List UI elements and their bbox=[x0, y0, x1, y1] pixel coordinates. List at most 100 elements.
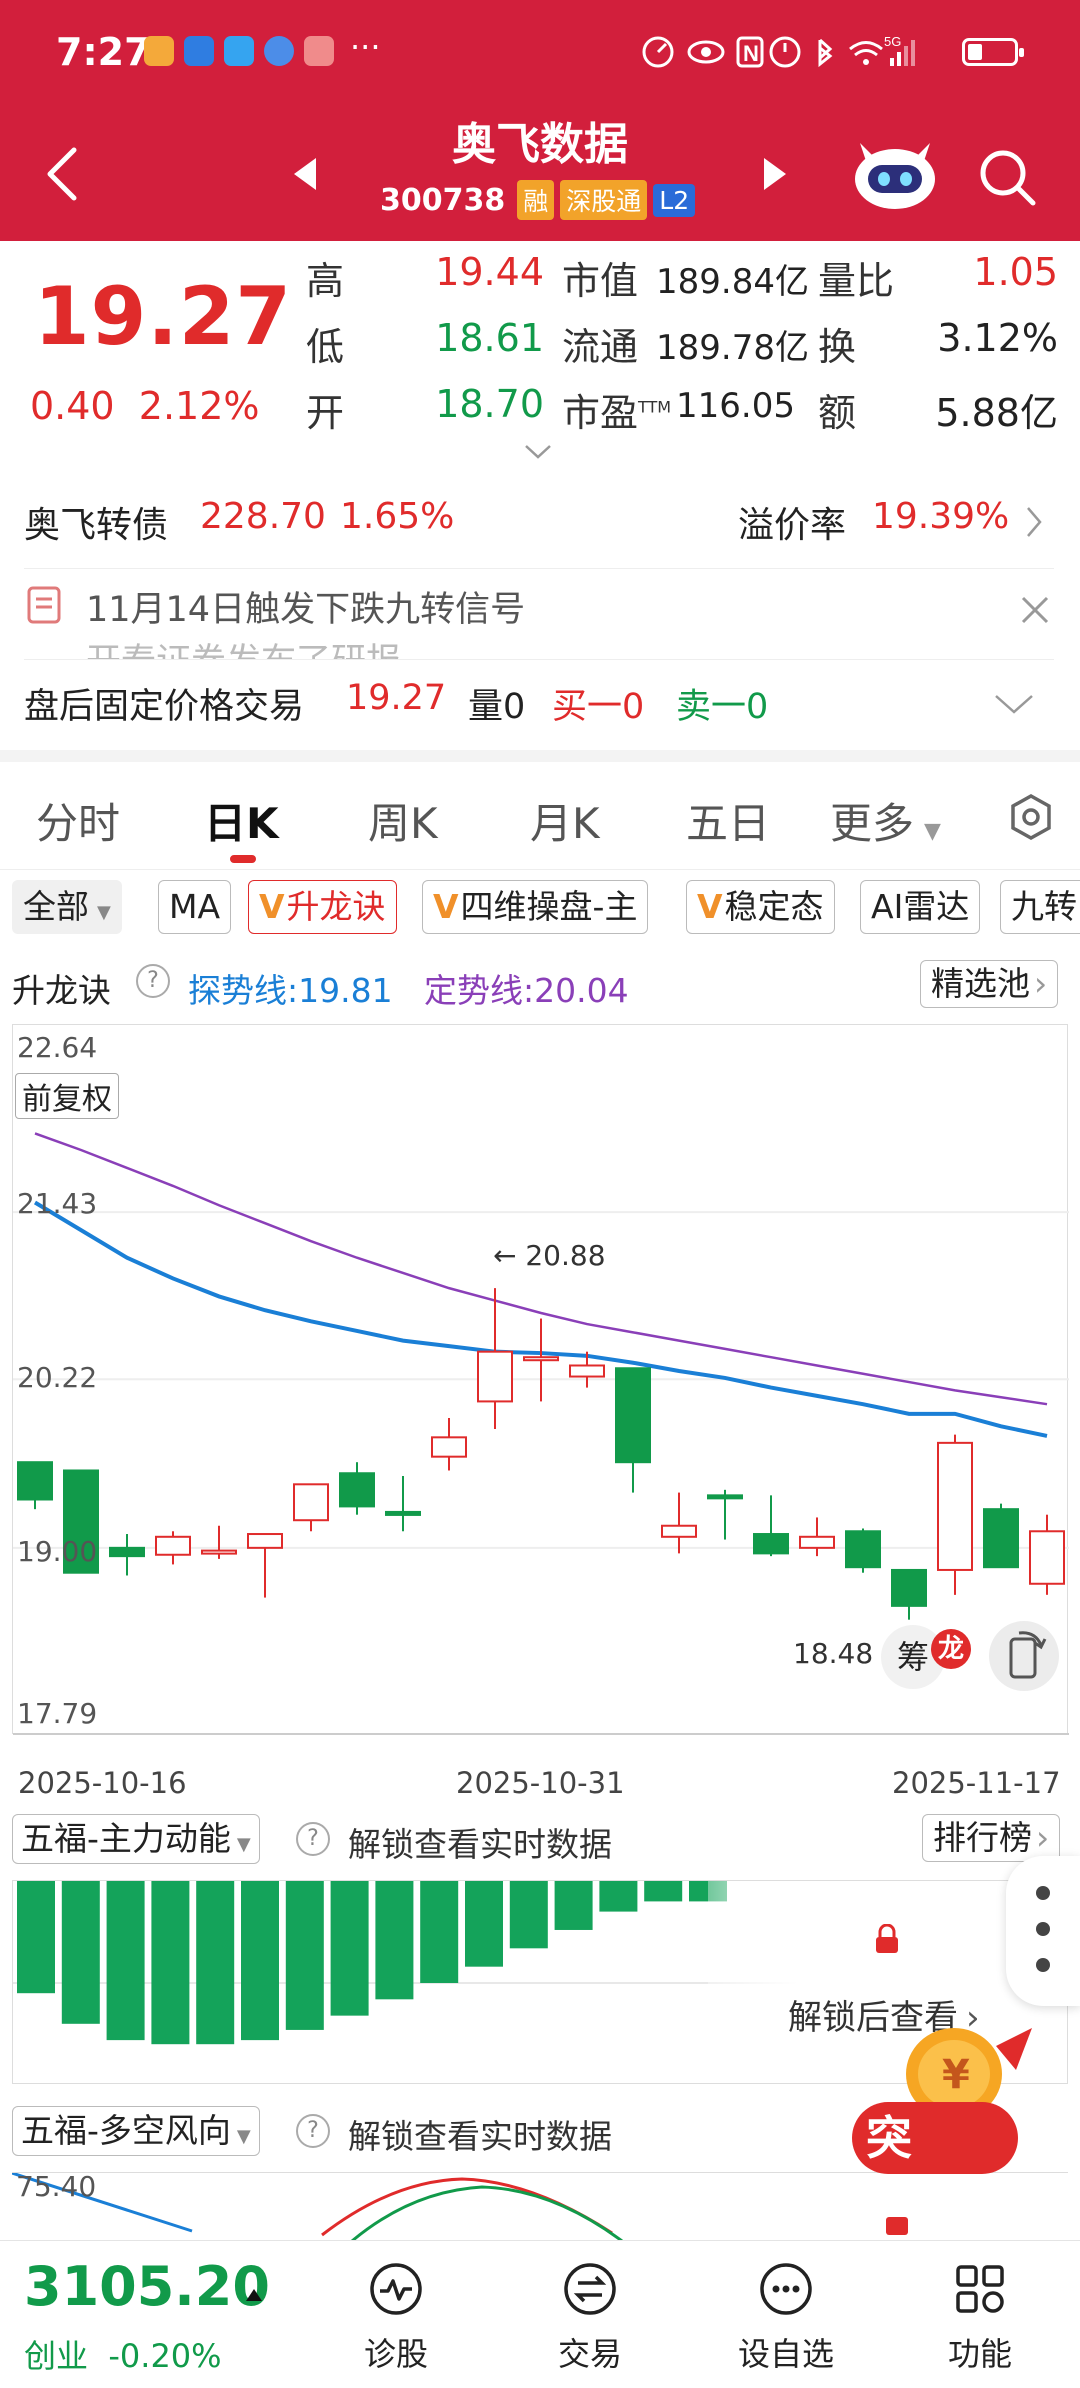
after-hours-sell: 卖一0 bbox=[676, 687, 769, 727]
chip-siwei[interactable]: V四维操盘-主 bbox=[422, 880, 649, 934]
after-hours-price: 19.27 bbox=[346, 678, 447, 718]
close-icon[interactable] bbox=[1020, 595, 1050, 625]
momentum-bar bbox=[61, 1881, 100, 2024]
level2-tag: L2 bbox=[653, 183, 696, 217]
menu-dot bbox=[1036, 1922, 1050, 1936]
after-hours-buy: 买一0 bbox=[552, 687, 645, 727]
premium-value: 19.39% bbox=[872, 496, 1010, 537]
baidu-app-icon bbox=[184, 36, 214, 66]
chip-all[interactable]: 全部 ▼ bbox=[12, 880, 122, 934]
candle-body bbox=[109, 1546, 145, 1558]
chevron-down-icon[interactable] bbox=[994, 694, 1034, 716]
index-up-triangle-icon bbox=[246, 2289, 262, 2301]
signal-notice[interactable]: 11月14日触发下跌九转信号 开泰证券发布了研报 bbox=[24, 568, 1054, 660]
high-value: 19.44 bbox=[435, 250, 544, 294]
candle-body bbox=[707, 1494, 743, 1500]
indicator-legend: 升龙诀 ? 探势线:19.81 定势线:20.04 精选池 › bbox=[12, 960, 1072, 1010]
next-stock-icon[interactable] bbox=[760, 156, 790, 192]
section-divider bbox=[0, 750, 1080, 762]
chip-jiuzhuan[interactable]: 九转 bbox=[1000, 880, 1080, 934]
shenzhen-connect-tag: 深股通 bbox=[560, 180, 648, 220]
notice-text: 11月14日触发下跌九转信号 bbox=[86, 590, 526, 630]
low-label: 低 bbox=[306, 325, 345, 369]
chip-shenglongjue[interactable]: V升龙诀 bbox=[248, 880, 397, 934]
float-cap-label: 流通 bbox=[562, 325, 639, 369]
nav-add-watchlist[interactable]: 设自选 bbox=[726, 2259, 846, 2375]
nav-functions[interactable]: 功能 bbox=[920, 2259, 1040, 2375]
after-hours-vol: 量0 bbox=[468, 687, 526, 727]
pulse-icon bbox=[370, 2263, 422, 2315]
promo-float-badge[interactable]: ¥ 突 bbox=[846, 2026, 1046, 2196]
change-amount: 0.40 bbox=[30, 384, 115, 428]
selection-pool-button[interactable]: 精选池 › bbox=[920, 960, 1059, 1008]
after-hours-label: 盘后固定价格交易 bbox=[24, 687, 305, 727]
convertible-bond-row[interactable]: 奥飞转债 228.70 1.65% 溢价率 19.39% bbox=[24, 496, 1054, 552]
candle-body bbox=[799, 1535, 835, 1549]
tab-daily-k[interactable]: 日K bbox=[204, 790, 279, 851]
indicator-chips: 全部 ▼ MA V升龙诀 V四维操盘-主 V稳定态 AI雷达 九转 bbox=[0, 880, 1080, 940]
momentum-bar bbox=[106, 1881, 145, 2041]
help-icon[interactable]: ? bbox=[296, 2114, 330, 2148]
kline-chart[interactable]: 22.64 21.43 20.22 19.00 17.79 前复权 ← 20.8… bbox=[12, 1024, 1069, 1735]
nav-trade[interactable]: 交易 bbox=[530, 2259, 650, 2375]
candle-body bbox=[983, 1508, 1019, 1569]
gear-icon[interactable] bbox=[1006, 792, 1056, 842]
explore-line-legend: 探势线:19.81 bbox=[188, 971, 393, 1010]
status-bar: 7:27 ··· N 5G bbox=[0, 0, 1080, 100]
market-cap-value: 189.84亿 bbox=[656, 262, 809, 302]
notice-icon bbox=[27, 586, 61, 624]
candle-body bbox=[661, 1524, 697, 1538]
volume-ratio-label: 量比 bbox=[818, 259, 895, 303]
search-icon[interactable] bbox=[975, 145, 1039, 209]
date-tick: 2025-10-31 bbox=[456, 1766, 625, 1800]
candle-body bbox=[477, 1350, 513, 1403]
ai-robot-icon[interactable] bbox=[850, 135, 940, 215]
price-tick: 20.22 bbox=[17, 1361, 98, 1394]
help-icon[interactable]: ? bbox=[296, 1822, 330, 1856]
price-change: 0.40 2.12% bbox=[30, 384, 260, 428]
chip-ai-radar[interactable]: AI雷达 bbox=[860, 880, 981, 934]
tab-more[interactable]: 更多 ▼ bbox=[830, 790, 941, 851]
tab-weekly-k[interactable]: 周K bbox=[368, 790, 438, 851]
help-icon[interactable]: ? bbox=[136, 964, 170, 998]
bond-pct: 1.65% bbox=[340, 496, 455, 537]
change-percent: 2.12% bbox=[138, 384, 260, 428]
svg-text:¥: ¥ bbox=[942, 2052, 970, 2098]
sub-panel-1-select[interactable]: 五福-主力动能 ▼ bbox=[12, 1814, 260, 1864]
sub-panel-2-select[interactable]: 五福-多空风向 ▼ bbox=[12, 2106, 260, 2156]
floating-menu-button[interactable] bbox=[1006, 1856, 1080, 2006]
notice-text-next: 开泰证券发布了研报 bbox=[86, 633, 401, 659]
unlock-hint[interactable]: 解锁查看实时数据 bbox=[348, 2110, 612, 2158]
candle-body bbox=[293, 1483, 329, 1522]
candle-body bbox=[1029, 1530, 1065, 1585]
amount-value: 5.88亿 bbox=[935, 391, 1058, 435]
momentum-bar bbox=[375, 1881, 414, 2000]
bond-name: 奥飞转债 bbox=[24, 505, 169, 546]
margin-tag: 融 bbox=[517, 180, 555, 220]
turnover-label: 换 bbox=[818, 325, 857, 369]
candle-body bbox=[523, 1356, 559, 1362]
chip-ma[interactable]: MA bbox=[158, 880, 232, 934]
expand-quote-icon[interactable] bbox=[524, 444, 552, 460]
candle-body bbox=[247, 1533, 283, 1549]
svg-text:5G: 5G bbox=[884, 34, 901, 49]
landscape-rotate-icon[interactable] bbox=[989, 1621, 1059, 1691]
weather-app-icon bbox=[224, 36, 254, 66]
sub-panel-1-header: 五福-主力动能 ▼ ? 解锁查看实时数据 排行榜 › bbox=[12, 1814, 1072, 1866]
candle-body bbox=[569, 1364, 605, 1378]
chip-wendingtai[interactable]: V稳定态 bbox=[686, 880, 835, 934]
menu-dot bbox=[1036, 1886, 1050, 1900]
after-hours-row[interactable]: 盘后固定价格交易 19.27 量0 买一0 卖一0 bbox=[24, 676, 1054, 736]
nav-diagnose[interactable]: 诊股 bbox=[336, 2259, 456, 2375]
index-value[interactable]: 3105.20 bbox=[24, 2255, 270, 2318]
adjust-mode-badge[interactable]: 前复权 bbox=[15, 1073, 119, 1119]
lock-icon bbox=[876, 1924, 898, 1953]
rank-button[interactable]: 排行榜 › bbox=[922, 1814, 1061, 1862]
unlock-hint[interactable]: 解锁查看实时数据 bbox=[348, 1818, 612, 1866]
price-tick: 21.43 bbox=[17, 1187, 98, 1220]
tab-monthly-k[interactable]: 月K bbox=[530, 790, 600, 851]
tab-five-day[interactable]: 五日 bbox=[686, 790, 770, 851]
momentum-bar bbox=[285, 1881, 324, 2030]
momentum-bar bbox=[644, 1881, 683, 1902]
tab-intraday[interactable]: 分时 bbox=[36, 790, 120, 851]
